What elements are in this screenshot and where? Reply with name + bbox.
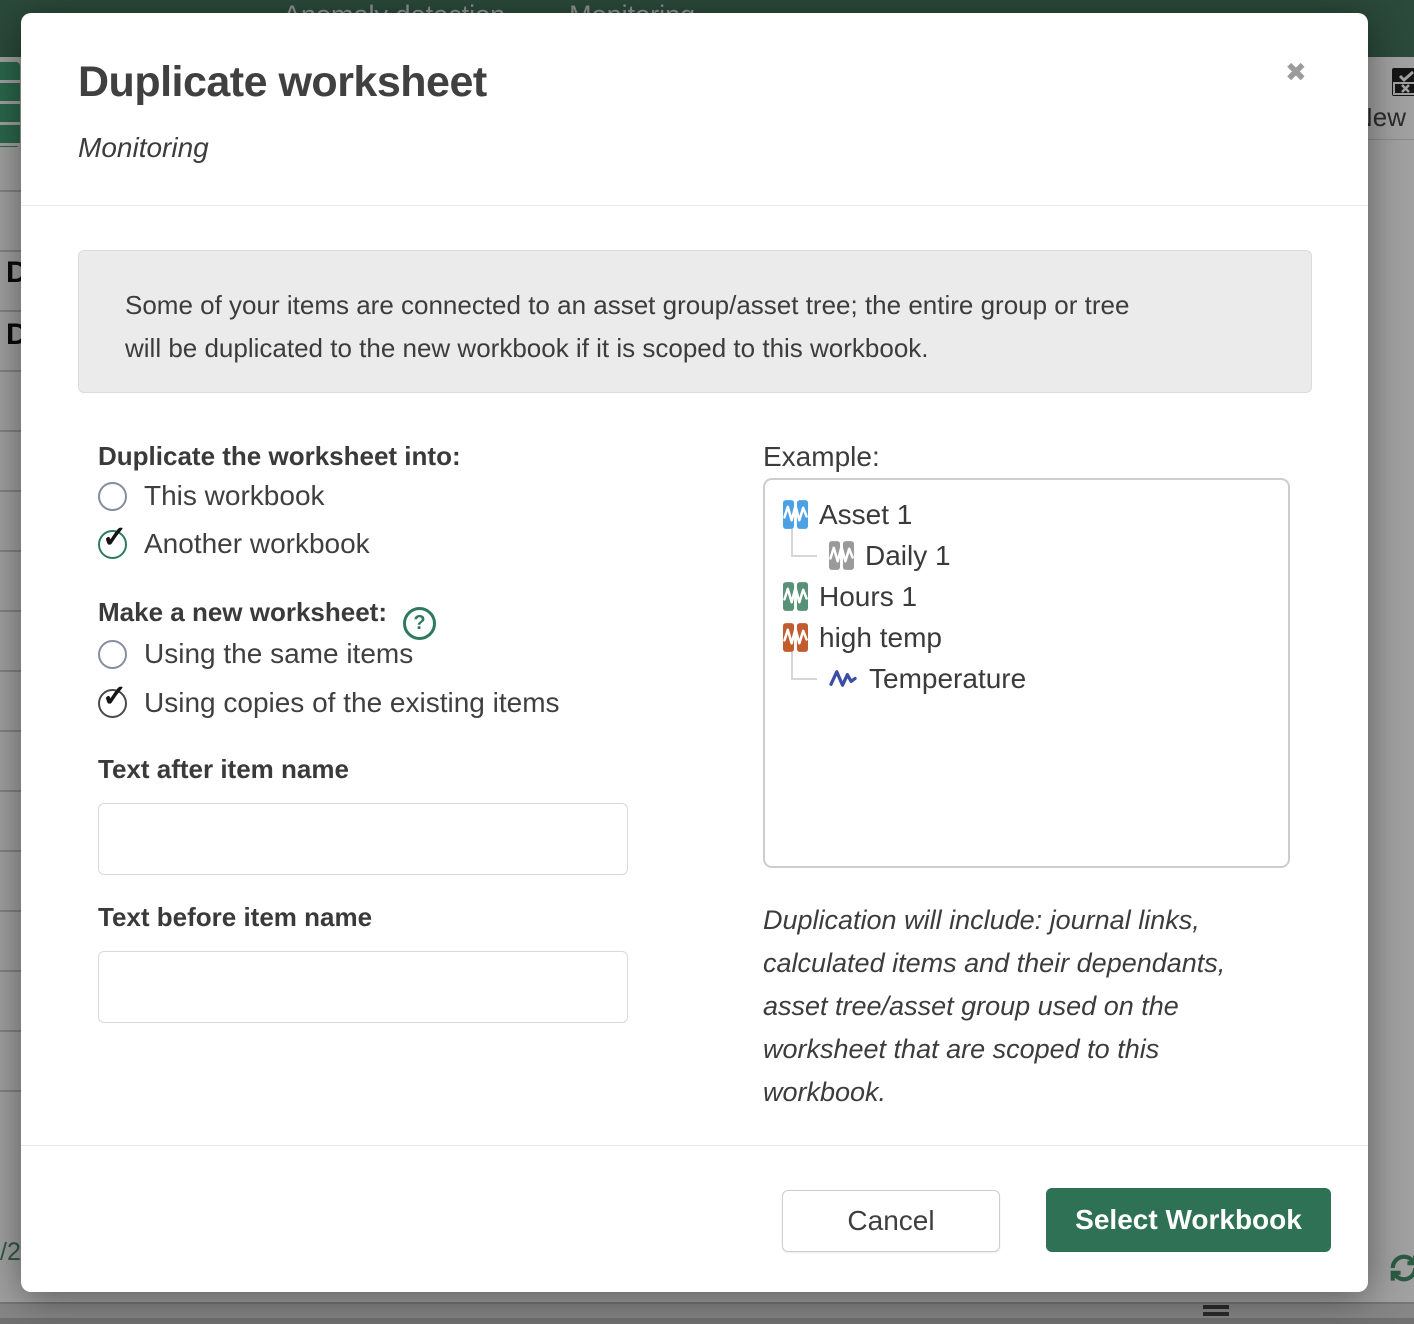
text-after-label: Text after item name: [98, 754, 349, 785]
asset-scope-alert: Some of your items are connected to an a…: [78, 250, 1312, 393]
radio-another-workbook[interactable]: ✓ Another workbook: [98, 528, 370, 560]
example-label: Example:: [763, 441, 880, 473]
select-workbook-button[interactable]: Select Workbook: [1046, 1188, 1331, 1252]
dialog-subtitle: Monitoring: [78, 132, 209, 164]
radio-circle-checked[interactable]: ✓: [98, 530, 127, 559]
tree-item-hours-1: Hours 1: [783, 576, 1288, 617]
group-label-text: Make a new worksheet:: [98, 597, 387, 627]
cancel-button[interactable]: Cancel: [782, 1190, 1000, 1252]
signal-icon: [829, 666, 858, 691]
radio-copies-of-items[interactable]: ✓ Using copies of the existing items: [98, 687, 560, 719]
header-divider: [21, 205, 1368, 206]
radio-this-workbook[interactable]: This workbook: [98, 480, 325, 512]
dialog-title: Duplicate worksheet: [78, 58, 487, 107]
radio-circle[interactable]: [98, 482, 127, 511]
tree-item-asset-1: Asset 1: [783, 494, 1288, 535]
footer-divider: [21, 1145, 1368, 1146]
tree-item-label: Daily 1: [865, 540, 951, 572]
help-icon[interactable]: ?: [403, 607, 436, 640]
text-before-input[interactable]: [98, 951, 628, 1023]
condition-icon: [783, 582, 808, 611]
example-tree-panel: Asset 1 Daily 1 Hours 1 high temp: [763, 478, 1290, 868]
radio-same-items[interactable]: Using the same items: [98, 638, 413, 670]
condition-icon: [829, 541, 854, 570]
radio-label: This workbook: [144, 480, 325, 512]
tree-item-high-temp: high temp: [783, 617, 1288, 658]
text-after-input[interactable]: [98, 803, 628, 875]
condition-icon: [783, 500, 808, 529]
tree-connector: [791, 652, 817, 680]
check-icon: ✓: [102, 682, 127, 712]
text-before-label: Text before item name: [98, 902, 372, 933]
tree-item-label: Temperature: [869, 663, 1026, 695]
new-worksheet-group-label: Make a new worksheet:?: [98, 597, 436, 640]
condition-icon: [783, 623, 808, 652]
tree-item-temperature: Temperature: [783, 658, 1288, 699]
tree-connector: [791, 529, 817, 557]
tree-item-label: Hours 1: [819, 581, 917, 613]
radio-circle-checked[interactable]: ✓: [98, 689, 127, 718]
duplication-note: Duplication will include: journal links,…: [763, 899, 1255, 1114]
check-icon: ✓: [102, 523, 127, 553]
alert-text: Some of your items are connected to an a…: [125, 284, 1171, 370]
radio-label: Using copies of the existing items: [144, 687, 560, 719]
radio-label: Another workbook: [144, 528, 370, 560]
tree-item-daily-1: Daily 1: [783, 535, 1288, 576]
destination-group-label: Duplicate the worksheet into:: [98, 441, 461, 472]
radio-circle[interactable]: [98, 640, 127, 669]
close-icon[interactable]: ✖: [1281, 53, 1311, 92]
duplicate-worksheet-dialog: Duplicate worksheet Monitoring ✖ Some of…: [21, 13, 1368, 1292]
tree-item-label: high temp: [819, 622, 942, 654]
tree-item-label: Asset 1: [819, 499, 912, 531]
radio-label: Using the same items: [144, 638, 413, 670]
